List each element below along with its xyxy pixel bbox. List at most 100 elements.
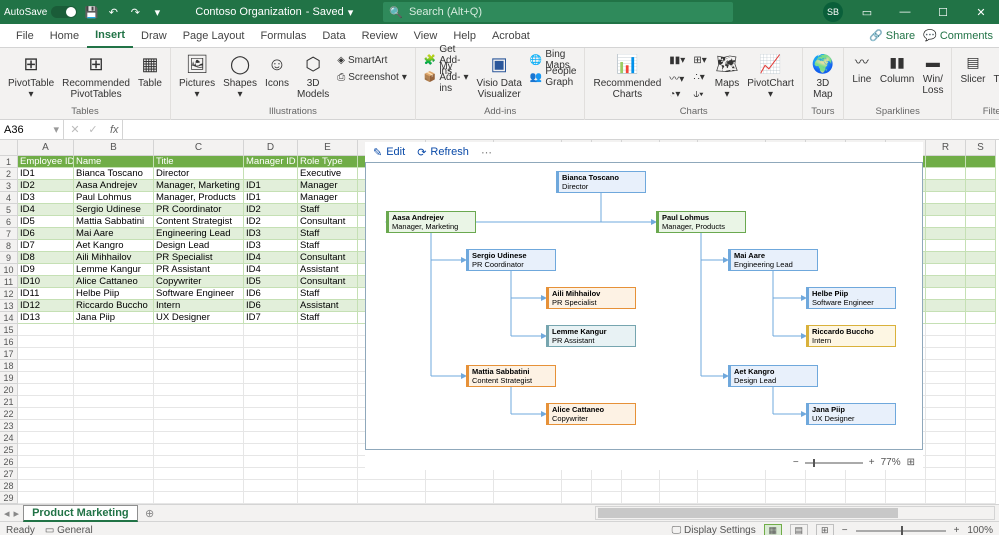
page-layout-view-icon[interactable]: ▤ [790,524,808,535]
cell[interactable] [926,192,966,204]
tab-data[interactable]: Data [314,24,353,48]
cell[interactable] [358,492,426,504]
cell[interactable] [244,360,298,372]
cell[interactable] [154,480,244,492]
cell[interactable] [18,468,74,480]
smartart-button[interactable]: ◈ SmartArt [335,52,409,68]
cell[interactable] [74,360,154,372]
zoom-level[interactable]: 100% [967,525,993,535]
row-header[interactable]: 4 [0,192,18,204]
cell[interactable]: Staff [298,312,358,324]
chevron-down-icon[interactable]: ▾ [348,6,354,19]
cell[interactable]: PR Assistant [154,264,244,276]
org-node[interactable]: Aet KangroDesign Lead [728,365,818,387]
cell[interactable] [966,492,996,504]
column-header[interactable]: S [966,140,996,156]
cell[interactable] [926,240,966,252]
cell[interactable] [298,360,358,372]
cell[interactable]: Staff [298,240,358,252]
select-all-corner[interactable] [0,140,18,156]
org-node[interactable]: Sergio UdinesePR Coordinator [466,249,556,271]
share-button[interactable]: 🔗 Share [869,29,915,42]
cell[interactable] [244,396,298,408]
cell[interactable]: Assistant [298,300,358,312]
cell[interactable]: Employee ID [18,156,74,168]
close-icon[interactable]: ✕ [967,3,995,21]
cell[interactable] [298,492,358,504]
cell[interactable] [298,384,358,396]
cell[interactable] [244,348,298,360]
cell[interactable] [926,432,966,444]
shapes-button[interactable]: ◯Shapes▾ [219,50,261,102]
cell[interactable] [74,336,154,348]
cell[interactable]: Jana Piip [74,312,154,324]
cell[interactable] [244,336,298,348]
cell[interactable] [926,348,966,360]
row-header[interactable]: 13 [0,300,18,312]
pictures-button[interactable]: 🖼Pictures▾ [175,50,219,102]
cell[interactable]: Riccardo Buccho [74,300,154,312]
cell[interactable] [926,228,966,240]
cell[interactable] [18,348,74,360]
cell[interactable] [494,492,562,504]
row-header[interactable]: 22 [0,408,18,420]
row-header[interactable]: 26 [0,456,18,468]
cell[interactable]: Manager ID [244,156,298,168]
cell[interactable]: ID4 [244,252,298,264]
cell[interactable]: Aili Mihhailov [74,252,154,264]
row-header[interactable]: 5 [0,204,18,216]
cell[interactable] [154,396,244,408]
cell[interactable]: Alice Cattaneo [74,276,154,288]
cell[interactable] [846,480,886,492]
tab-acrobat[interactable]: Acrobat [484,24,538,48]
cell[interactable]: ID9 [18,264,74,276]
slicer-button[interactable]: ▤Slicer [956,50,989,87]
zoom-in-icon[interactable]: + [869,457,875,468]
my-addins-button[interactable]: 📦 My Add-ins ▾ [422,69,471,85]
cell[interactable]: ID3 [244,240,298,252]
tab-insert[interactable]: Insert [87,24,133,48]
cell[interactable] [926,360,966,372]
cell[interactable]: Sergio Udinese [74,204,154,216]
cell[interactable]: Content Strategist [154,216,244,228]
cell[interactable]: Executive [298,168,358,180]
cell[interactable] [74,384,154,396]
cell[interactable] [154,492,244,504]
visio-data-visualizer-addin[interactable]: ✎ Edit ⟳ Refresh ⋯ Bianca ToscanoDirecto… [365,142,923,470]
cell[interactable] [966,192,996,204]
row-header[interactable]: 24 [0,432,18,444]
cell[interactable]: Intern [154,300,244,312]
cell[interactable] [622,480,660,492]
cell[interactable] [244,420,298,432]
cell[interactable] [592,492,622,504]
tab-page-layout[interactable]: Page Layout [175,24,253,48]
cell[interactable]: Title [154,156,244,168]
row-header[interactable]: 19 [0,372,18,384]
cell[interactable]: Assistant [298,264,358,276]
cell[interactable] [298,324,358,336]
org-node[interactable]: Paul LohmusManager, Products [656,211,746,233]
cell[interactable] [154,408,244,420]
cell[interactable] [154,420,244,432]
cell[interactable] [926,264,966,276]
cell[interactable] [926,384,966,396]
cell[interactable]: ID7 [244,312,298,324]
cell[interactable] [966,348,996,360]
addin-zoom[interactable]: − + 77% ⊞ [793,457,915,468]
row-header[interactable]: 3 [0,180,18,192]
cell[interactable]: ID6 [244,288,298,300]
cell[interactable] [244,492,298,504]
prev-sheet-icon[interactable]: ◂ [4,507,10,520]
cell[interactable] [926,456,966,468]
recommended-charts-button[interactable]: 📊Recommended Charts [589,50,665,102]
cell[interactable] [926,300,966,312]
chart-column-icon[interactable]: ▮▮▾ [667,52,687,68]
cell[interactable] [966,408,996,420]
cell[interactable] [926,312,966,324]
cell[interactable]: PR Coordinator [154,204,244,216]
page-break-view-icon[interactable]: ⊞ [816,524,834,535]
cell[interactable]: Lemme Kangur [74,264,154,276]
cell[interactable] [886,492,926,504]
3d-models-button[interactable]: ⬡3D Models [293,50,333,102]
org-node[interactable]: Aasa AndrejevManager, Marketing [386,211,476,233]
